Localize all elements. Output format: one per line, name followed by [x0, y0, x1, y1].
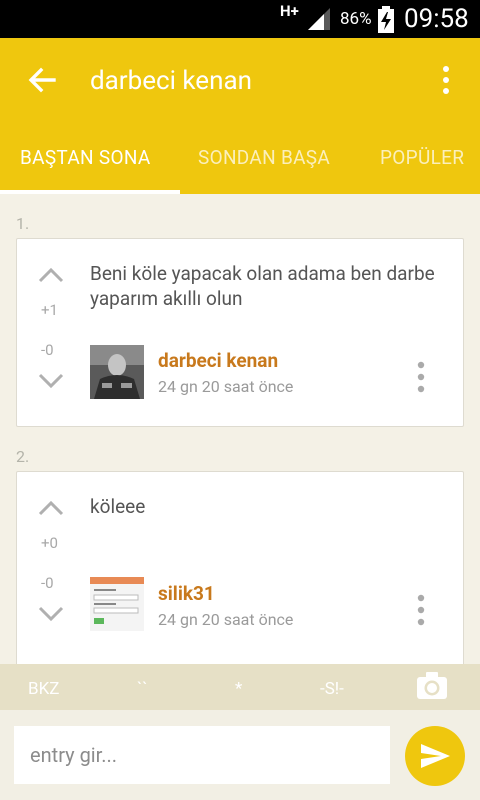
spoiler-button[interactable]: -S!-	[320, 679, 344, 699]
signal-icon	[308, 8, 330, 30]
entry-time: 24 gn 20 saat önce	[158, 610, 294, 629]
battery-percent: 86%	[340, 9, 372, 29]
downvote-chevron-icon[interactable]	[37, 604, 65, 624]
battery-charging-icon	[378, 6, 394, 33]
tab-sondan-basa[interactable]: SONDAN BAŞA	[198, 146, 330, 169]
camera-icon[interactable]	[416, 670, 448, 700]
entry-more-icon[interactable]	[415, 360, 427, 394]
entry-input[interactable]	[14, 726, 390, 784]
tab-indicator	[0, 190, 180, 194]
app-bar	[0, 38, 480, 194]
format-shortcut-bar: BKZ `` * -S!-	[0, 664, 480, 710]
entry-text: köleee	[90, 495, 146, 518]
backtick-button[interactable]: ``	[137, 679, 148, 699]
author-avatar[interactable]	[90, 345, 144, 399]
back-arrow-icon[interactable]	[26, 64, 58, 96]
entry-card: +0 -0 köleee silik31 24 gn 20 saat önce	[16, 471, 464, 673]
status-bar: H+ 86% 09:58	[0, 0, 480, 38]
entry-more-icon[interactable]	[415, 593, 427, 627]
entry-text: Beni köle yapacak olan adama ben darbe y…	[90, 262, 435, 310]
asterisk-button[interactable]: *	[235, 679, 242, 699]
entry-number: 1.	[16, 214, 30, 233]
entry-card: +1 -0 Beni köle yapacak olan adama ben d…	[16, 238, 464, 427]
tab-populer[interactable]: POPÜLER	[380, 146, 464, 169]
network-indicator: H+	[280, 2, 299, 20]
upvote-count: +0	[41, 534, 58, 552]
author-name[interactable]: silik31	[158, 582, 215, 605]
send-button[interactable]	[405, 726, 465, 786]
overflow-menu-icon[interactable]	[434, 64, 458, 96]
author-avatar[interactable]	[90, 577, 144, 631]
downvote-count: -0	[41, 574, 54, 592]
send-icon	[421, 744, 450, 768]
upvote-count: +1	[41, 301, 58, 319]
upvote-chevron-icon[interactable]	[37, 498, 65, 518]
upvote-chevron-icon[interactable]	[37, 265, 65, 285]
downvote-count: -0	[41, 341, 54, 359]
entry-number: 2.	[16, 447, 30, 466]
author-name[interactable]: darbeci kenan	[158, 349, 278, 372]
bkz-button[interactable]: BKZ	[28, 679, 59, 699]
page-title: darbeci kenan	[90, 66, 252, 96]
clock: 09:58	[404, 4, 469, 34]
entry-time: 24 gn 20 saat önce	[158, 377, 294, 396]
tab-bastan-sona[interactable]: BAŞTAN SONA	[20, 146, 151, 169]
downvote-chevron-icon[interactable]	[37, 371, 65, 391]
